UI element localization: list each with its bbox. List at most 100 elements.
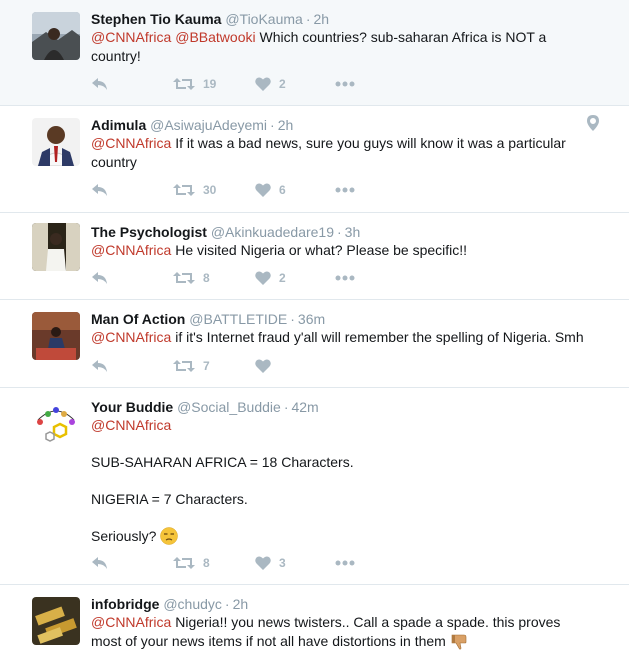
like-count: 2 xyxy=(279,77,286,91)
reply-icon xyxy=(92,360,107,372)
separator-dot: · xyxy=(270,117,275,133)
tweet-feed: Stephen Tio Kauma @TioKauma · 2h @CNNAfric… xyxy=(0,0,629,656)
separator-dot: · xyxy=(305,11,311,27)
like-button[interactable] xyxy=(255,359,335,373)
like-button[interactable]: 3 xyxy=(255,556,335,570)
retweet-count: 7 xyxy=(203,359,210,373)
separator-dot: · xyxy=(290,311,295,327)
mention-link[interactable]: @CNNAfrica xyxy=(91,135,171,151)
tweet-header: Your Buddie @Social_Buddie · 42m xyxy=(91,398,319,416)
tweet-text: @CNNAfrica if it's Internet fraud y'all … xyxy=(91,328,591,347)
retweet-count: 30 xyxy=(203,183,217,197)
tweet-header: Man Of Action @BATTLETIDE · 36m xyxy=(91,310,325,328)
retweet-button[interactable]: 7 xyxy=(173,359,255,373)
tweet-text: @CNNAfrica If it was a bad news, sure yo… xyxy=(91,134,591,172)
user-name[interactable]: Stephen Tio Kauma xyxy=(91,11,221,27)
user-handle[interactable]: @AsiwajuAdeyemi xyxy=(150,117,267,133)
tweet-line: NIGERIA = 7 Characters. xyxy=(91,491,248,507)
more-icon xyxy=(335,275,355,281)
avatar[interactable] xyxy=(32,312,80,360)
tweet-text: @CNNAfrica He visited Nigeria or what? P… xyxy=(91,241,591,260)
more-button[interactable] xyxy=(335,560,365,566)
like-count: 2 xyxy=(279,271,286,285)
location-pin-icon[interactable] xyxy=(587,115,599,134)
reply-icon xyxy=(92,78,107,90)
user-handle[interactable]: @Social_Buddie xyxy=(177,399,281,415)
tweet-time[interactable]: 36m xyxy=(298,311,325,327)
tweet[interactable]: Adimula @AsiwajuAdeyemi · 2h @CNNAfrica If… xyxy=(0,106,629,213)
tweet-time[interactable]: 2h xyxy=(233,596,249,612)
tweet-time[interactable]: 2h xyxy=(314,11,330,27)
tweet-line: SUB-SAHARAN AFRICA = 18 Characters. xyxy=(91,454,354,470)
more-icon xyxy=(335,560,355,566)
heart-icon xyxy=(255,183,271,197)
retweet-count: 8 xyxy=(203,271,210,285)
retweet-button[interactable]: 8 xyxy=(173,556,255,570)
mention-link[interactable]: @CNNAfrica xyxy=(91,29,171,45)
reply-button[interactable] xyxy=(91,359,173,373)
retweet-count: 8 xyxy=(203,556,210,570)
mention-link[interactable]: @CNNAfrica xyxy=(91,417,171,433)
retweet-button[interactable]: 30 xyxy=(173,183,255,197)
retweet-icon xyxy=(173,78,195,90)
mention-link[interactable]: @CNNAfrica xyxy=(91,329,171,345)
separator-dot: · xyxy=(224,596,230,612)
heart-icon xyxy=(255,359,271,373)
tweet-time[interactable]: 42m xyxy=(291,399,318,415)
retweet-button[interactable]: 19 xyxy=(173,77,255,91)
avatar[interactable] xyxy=(32,597,80,645)
user-name[interactable]: Man Of Action xyxy=(91,311,185,327)
more-button[interactable] xyxy=(335,275,365,281)
avatar[interactable] xyxy=(32,118,80,166)
more-button[interactable] xyxy=(335,81,365,87)
tweet-header: Stephen Tio Kauma @TioKauma · 2h xyxy=(91,10,329,28)
thumbs-down-emoji xyxy=(450,632,468,655)
retweet-button[interactable]: 8 xyxy=(173,271,255,285)
tweet-text-content: if it's Internet fraud y'all will rememb… xyxy=(175,329,584,345)
tweet-header: Adimula @AsiwajuAdeyemi · 2h xyxy=(91,116,293,134)
more-icon xyxy=(335,81,355,87)
reply-button[interactable] xyxy=(91,271,173,285)
tweet-text: @CNNAfrica SUB-SAHARAN AFRICA = 18 Chara… xyxy=(91,416,591,550)
user-handle[interactable]: @chudyc xyxy=(163,596,222,612)
tweet[interactable]: infobridge @chudyc · 2h @CNNAfrica Nigeria… xyxy=(0,585,629,656)
mention-link[interactable]: @CNNAfrica xyxy=(91,242,171,258)
heart-icon xyxy=(255,556,271,570)
tweet-time[interactable]: 2h xyxy=(278,117,294,133)
user-name[interactable]: The Psychologist xyxy=(91,224,207,240)
retweet-icon xyxy=(173,360,195,372)
separator-dot: · xyxy=(337,224,342,240)
more-button[interactable] xyxy=(335,187,365,193)
like-button[interactable]: 6 xyxy=(255,183,335,197)
avatar[interactable] xyxy=(32,398,80,446)
separator-dot: · xyxy=(283,399,289,415)
user-handle[interactable]: @BATTLETIDE xyxy=(189,311,287,327)
tweet[interactable]: The Psychologist @Akinkuadedare19 · 3h @CN… xyxy=(0,213,629,300)
user-name[interactable]: Your Buddie xyxy=(91,399,173,415)
reply-button[interactable] xyxy=(91,556,173,570)
user-name[interactable]: infobridge xyxy=(91,596,159,612)
user-handle[interactable]: @TioKauma xyxy=(225,11,303,27)
like-button[interactable]: 2 xyxy=(255,77,335,91)
mention-link[interactable]: @BBatwooki xyxy=(175,29,255,45)
avatar[interactable] xyxy=(32,223,80,271)
tweet-actions: 8 2 xyxy=(91,268,365,288)
tweet[interactable]: Your Buddie @Social_Buddie · 42m @CNNAfric… xyxy=(0,388,629,585)
avatar[interactable] xyxy=(32,12,80,60)
reply-button[interactable] xyxy=(91,183,173,197)
like-count: 3 xyxy=(279,556,286,570)
tweet-text-content: He visited Nigeria or what? Please be sp… xyxy=(175,242,468,258)
reply-icon xyxy=(92,184,107,196)
reply-icon xyxy=(92,557,107,569)
mention-link[interactable]: @CNNAfrica xyxy=(91,614,171,630)
user-name[interactable]: Adimula xyxy=(91,117,146,133)
tweet[interactable]: Stephen Tio Kauma @TioKauma · 2h @CNNAfric… xyxy=(0,0,629,106)
tweet-actions: 30 6 xyxy=(91,180,365,200)
reply-button[interactable] xyxy=(91,77,173,91)
user-handle[interactable]: @Akinkuadedare19 xyxy=(211,224,334,240)
retweet-icon xyxy=(173,272,195,284)
tweet-time[interactable]: 3h xyxy=(345,224,361,240)
like-button[interactable]: 2 xyxy=(255,271,335,285)
tweet-header: infobridge @chudyc · 2h xyxy=(91,595,248,613)
tweet[interactable]: Man Of Action @BATTLETIDE · 36m @CNNAfrica… xyxy=(0,300,629,388)
